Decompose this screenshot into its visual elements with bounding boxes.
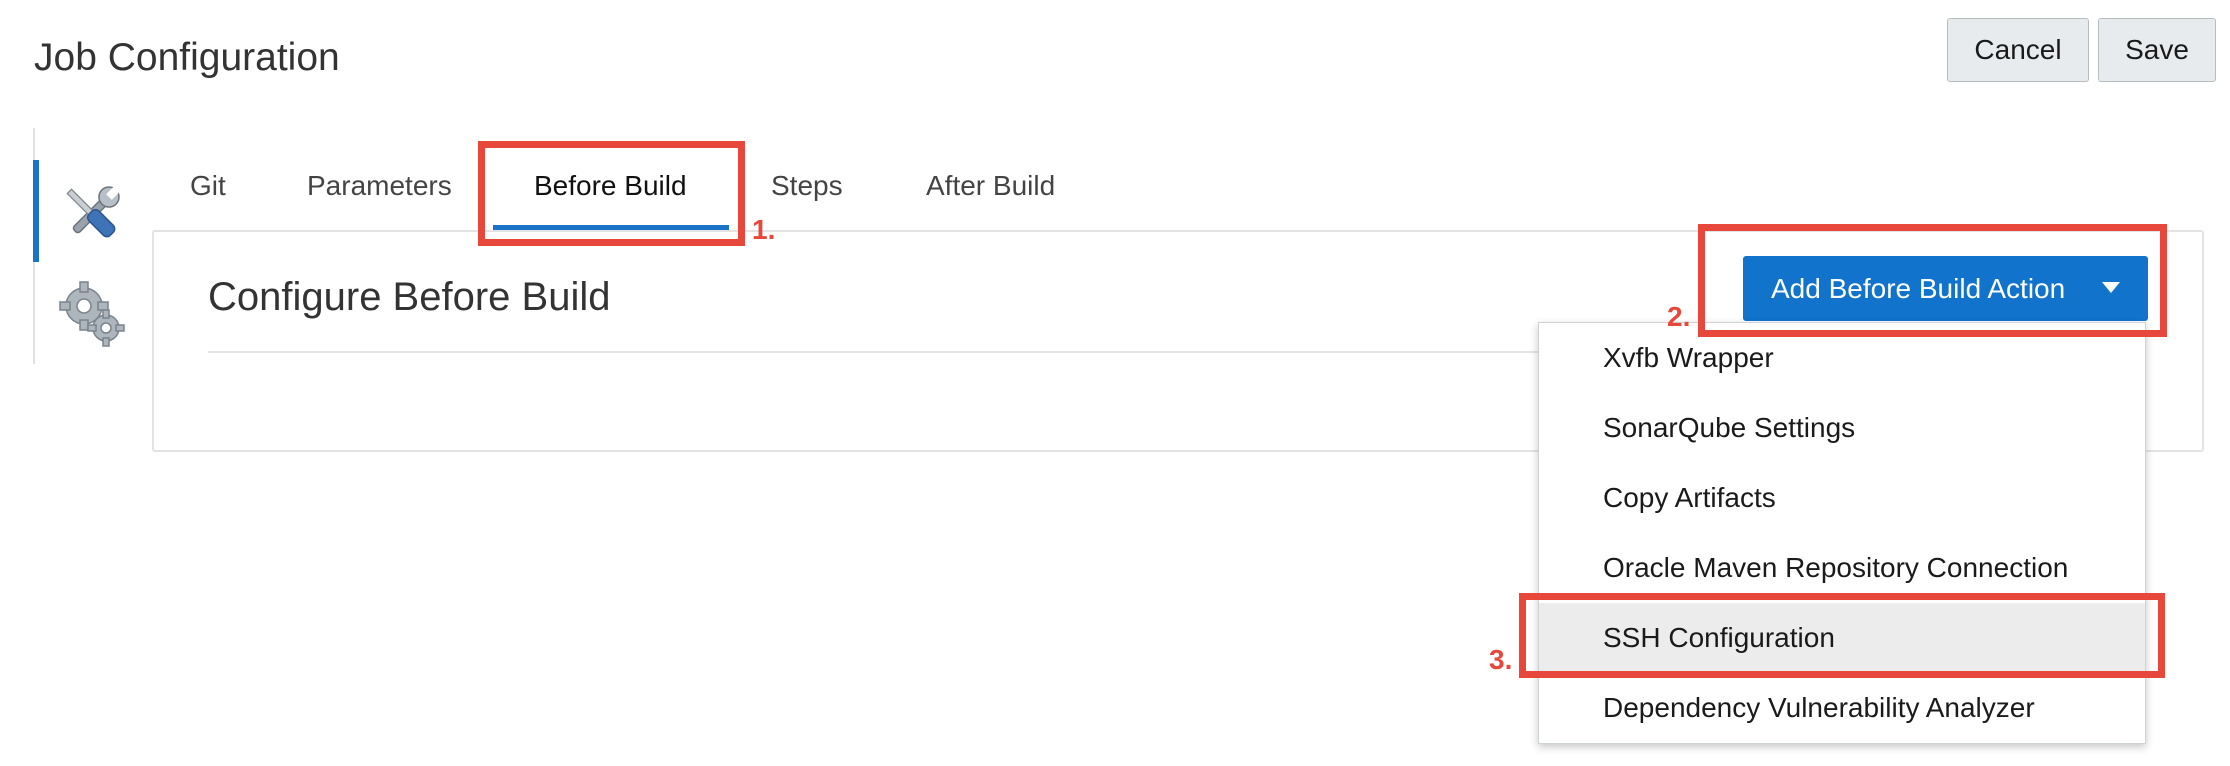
add-action-label: Add Before Build Action <box>1771 272 2066 304</box>
panel-divider <box>208 351 1616 353</box>
cancel-button[interactable]: Cancel <box>1947 18 2089 82</box>
menu-item-dependency-vulnerability-analyzer[interactable]: Dependency Vulnerability Analyzer <box>1539 673 2145 743</box>
add-before-build-action-button[interactable]: Add Before Build Action <box>1743 256 2148 321</box>
menu-item-oracle-maven-repository-connection[interactable]: Oracle Maven Repository Connection <box>1539 533 2145 603</box>
annotation-label-3: 3. <box>1489 644 1513 675</box>
side-nav-active-indicator <box>33 160 39 262</box>
annotation-label-2: 2. <box>1667 301 1691 332</box>
tab-parameters[interactable]: Parameters <box>307 170 452 202</box>
gears-icon[interactable] <box>56 278 128 350</box>
save-button[interactable]: Save <box>2098 18 2216 82</box>
tab-after-build[interactable]: After Build <box>926 170 1055 202</box>
page-title: Job Configuration <box>34 36 340 79</box>
menu-item-copy-artifacts[interactable]: Copy Artifacts <box>1539 463 2145 533</box>
menu-item-sonarqube-settings[interactable]: SonarQube Settings <box>1539 393 2145 463</box>
menu-item-xvfb-wrapper[interactable]: Xvfb Wrapper <box>1539 323 2145 393</box>
annotation-label-1: 1. <box>752 214 776 245</box>
caret-down-icon <box>2102 282 2120 293</box>
tools-icon[interactable] <box>56 178 128 250</box>
tab-git[interactable]: Git <box>190 170 226 202</box>
panel-title: Configure Before Build <box>208 275 611 319</box>
tab-steps[interactable]: Steps <box>771 170 843 202</box>
tab-before-build[interactable]: Before Build <box>534 170 687 202</box>
before-build-action-menu: Xvfb Wrapper SonarQube Settings Copy Art… <box>1538 322 2146 744</box>
menu-item-ssh-configuration[interactable]: SSH Configuration <box>1539 603 2145 673</box>
